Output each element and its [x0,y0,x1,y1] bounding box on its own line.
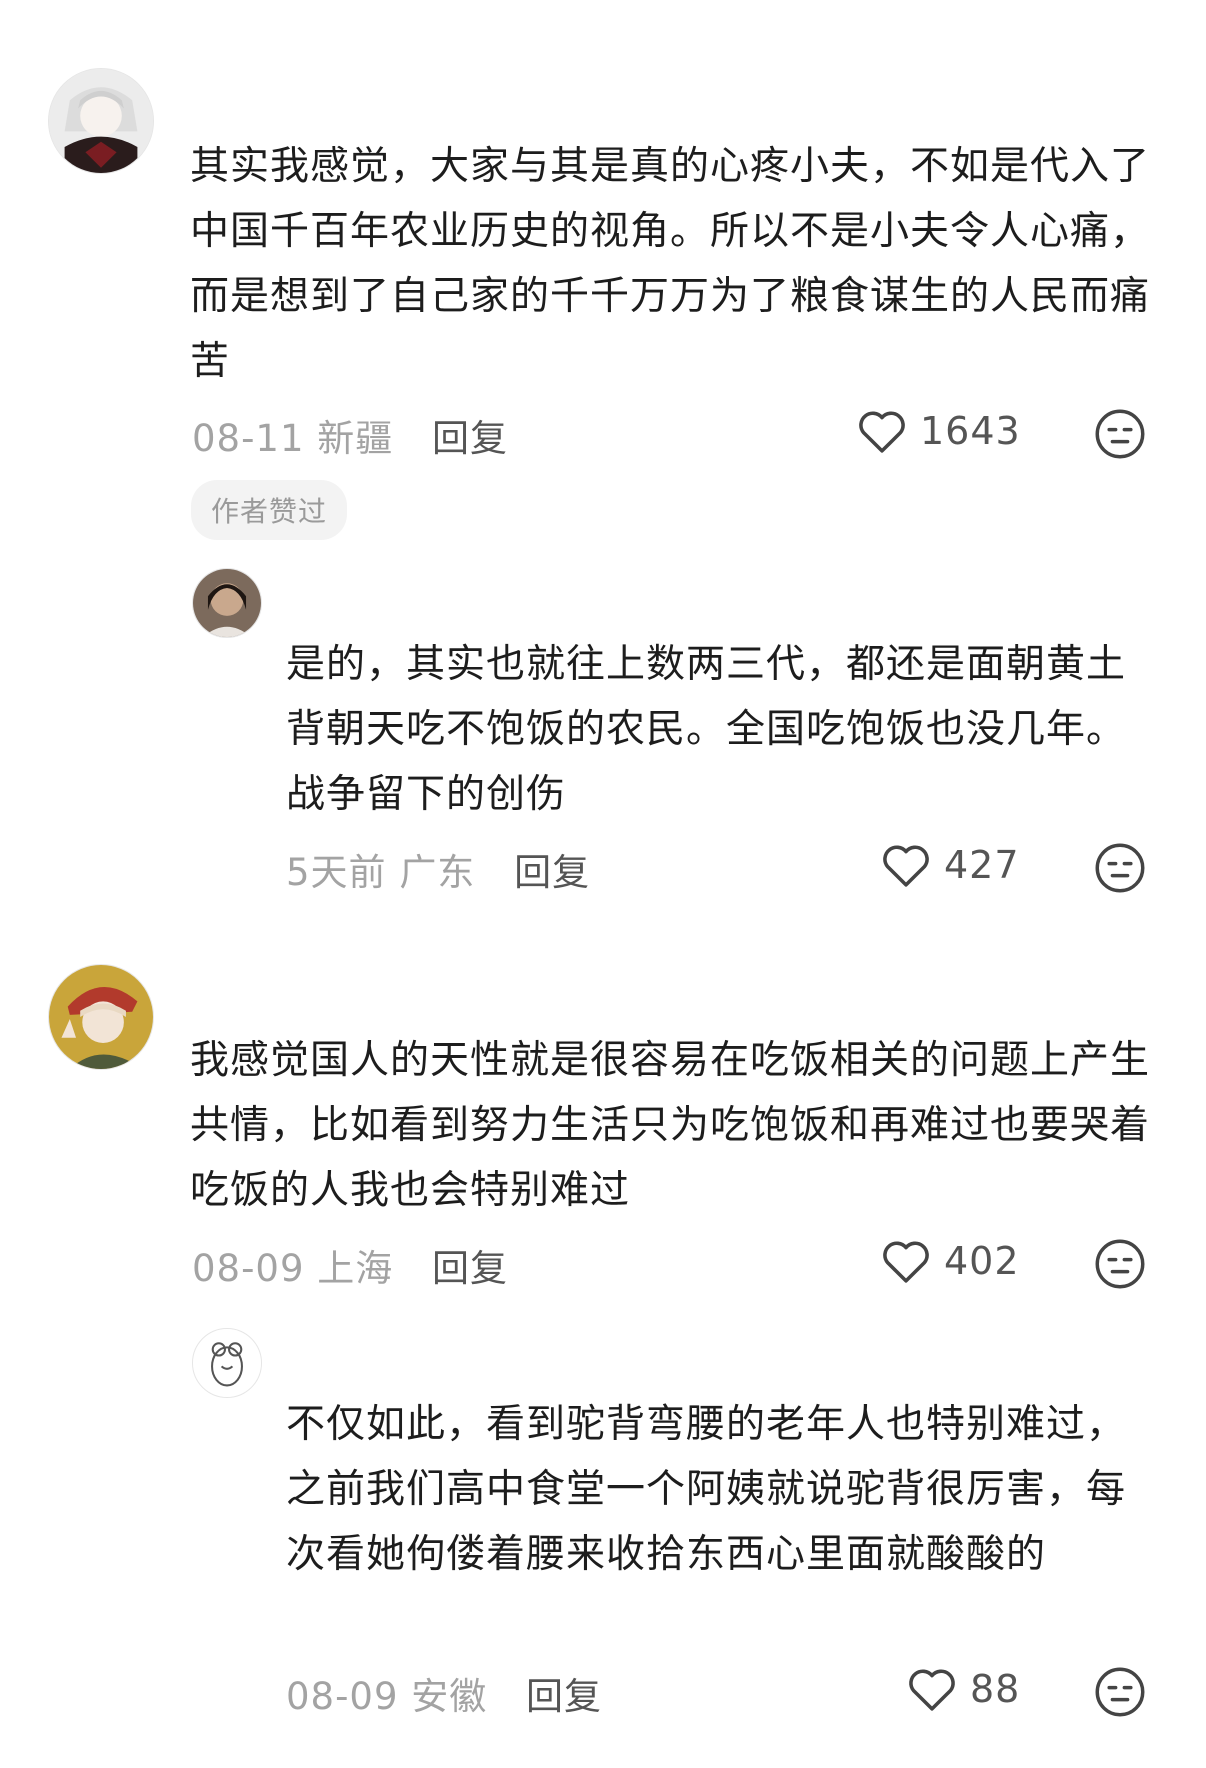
comment-text: 是的，其实也就往上数两三代，都还是面朝黄土背朝天吃不饱饭的农民。全国吃饱饭也没几… [286,642,1127,817]
heart-outline-icon [883,845,929,887]
heart-outline-icon [859,411,905,453]
avatar-photo-icon [193,569,261,637]
avatar-sketch-icon [193,1329,261,1397]
like-count: 402 [944,1239,1020,1283]
comment-location: 新疆 [317,417,394,460]
comment-location: 上海 [317,1247,394,1290]
comment-meta: 08-11 新疆 回复 [192,408,508,462]
comment-text: 我感觉国人的天性就是很容易在吃饭相关的问题上产生共情，比如看到努力生活只为吃饱饭… [190,1038,1151,1213]
meh-face-icon[interactable] [1094,408,1146,460]
comment-meta: 08-09 上海 回复 [192,1238,508,1292]
like-button[interactable]: 402 [880,1238,1020,1284]
avatar[interactable] [48,68,154,174]
reply-button[interactable]: 回复 [514,851,590,894]
avatar-anime-icon [49,69,153,173]
avatar[interactable] [48,964,154,1070]
like-button[interactable]: 427 [880,842,1020,888]
like-count: 427 [944,843,1020,887]
reply-button[interactable]: 回复 [432,417,508,460]
like-count: 88 [970,1667,1021,1711]
like-button[interactable]: 88 [906,1666,1020,1712]
comment-location: 广东 [399,851,476,894]
comment-date: 08-11 [192,417,305,460]
comment-date: 5天前 [286,851,387,894]
comment-meta: 08-09 安徽 回复 [286,1666,602,1720]
meh-face-icon[interactable] [1094,842,1146,894]
comment-location: 安徽 [411,1675,488,1718]
avatar-illustration-icon [49,965,153,1069]
comment-text: 不仅如此，看到驼背弯腰的老年人也特别难过，之前我们高中食堂一个阿姨就说驼背很厉害… [286,1402,1127,1577]
comment-date: 08-09 [192,1247,305,1290]
comment-date: 08-09 [286,1675,399,1718]
like-button[interactable]: 1643 [856,408,1021,454]
like-count: 1643 [920,409,1021,453]
avatar[interactable] [192,568,262,638]
author-liked-badge: 作者赞过 [191,480,348,540]
heart-outline-icon [909,1669,955,1711]
heart-outline-icon [883,1241,929,1283]
reply-button[interactable]: 回复 [526,1675,602,1718]
avatar[interactable] [192,1328,262,1398]
meh-face-icon[interactable] [1094,1666,1146,1718]
comment-text: 其实我感觉，大家与其是真的心疼小夫，不如是代入了中国千百年农业历史的视角。所以不… [190,144,1151,384]
reply-button[interactable]: 回复 [432,1247,508,1290]
comment-meta: 5天前 广东 回复 [286,842,590,896]
meh-face-icon[interactable] [1094,1238,1146,1290]
